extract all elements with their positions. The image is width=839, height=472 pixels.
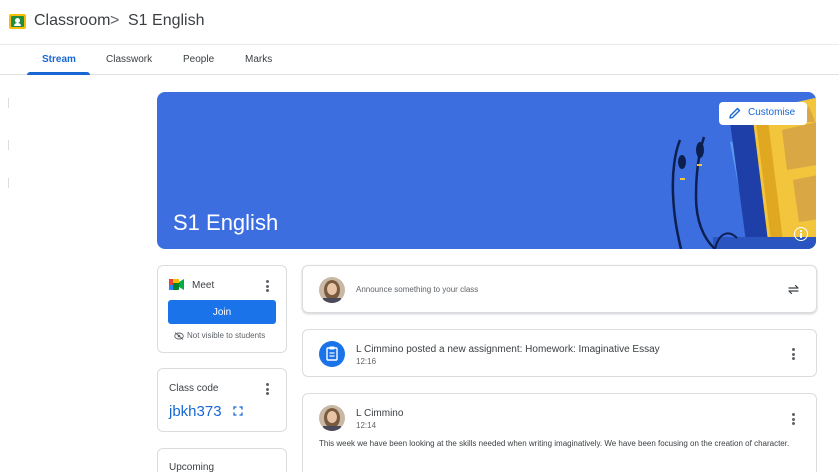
post-more-options-icon[interactable] xyxy=(792,413,795,425)
visibility-note: Not visible to students xyxy=(174,331,265,340)
post-time: 12:14 xyxy=(356,421,377,430)
announce-placeholder[interactable]: Announce something to your class xyxy=(356,285,478,294)
stream-item-post[interactable]: L Cimmino 12:14 This week we have been l… xyxy=(302,393,817,472)
tab-stream[interactable]: Stream xyxy=(42,54,76,65)
classroom-logo-icon[interactable] xyxy=(9,14,26,29)
tab-marks[interactable]: Marks xyxy=(245,54,272,65)
repost-icon[interactable] xyxy=(787,283,800,296)
assignment-time: 12:16 xyxy=(356,357,377,366)
assignment-title[interactable]: L Cimmino posted a new assignment: Homew… xyxy=(356,344,660,355)
avatar xyxy=(319,277,345,303)
meet-label: Meet xyxy=(192,280,215,291)
active-tab-indicator xyxy=(27,72,90,75)
divider xyxy=(8,98,9,108)
stream-item-assignment[interactable]: L Cimmino posted a new assignment: Homew… xyxy=(302,329,817,377)
class-title: S1 English xyxy=(128,12,205,29)
visibility-note-text: Not visible to students xyxy=(187,331,266,340)
fullscreen-icon[interactable] xyxy=(233,406,243,416)
info-icon[interactable] xyxy=(794,227,808,241)
post-author: L Cimmino xyxy=(356,408,404,419)
customise-label: Customise xyxy=(748,107,796,118)
breadcrumb-separator: > xyxy=(110,12,120,29)
meet-icon xyxy=(169,279,184,290)
assignment-icon xyxy=(319,341,345,367)
banner-class-title: S1 English xyxy=(173,210,279,235)
class-code-more-options-icon[interactable] xyxy=(266,383,269,395)
class-code-card: Class code jbkh373 xyxy=(157,368,287,432)
meet-more-options-icon[interactable] xyxy=(266,280,269,292)
join-meet-button[interactable]: Join xyxy=(168,300,276,324)
announce-box[interactable]: Announce something to your class xyxy=(302,265,817,313)
meet-card: Meet Join Not visible to students xyxy=(157,265,287,353)
upcoming-title: Upcoming xyxy=(169,462,215,472)
assignment-more-options-icon[interactable] xyxy=(792,348,795,360)
customise-button[interactable]: Customise xyxy=(719,102,807,125)
eye-off-icon xyxy=(174,331,184,340)
divider xyxy=(8,178,9,188)
tab-classwork[interactable]: Classwork xyxy=(106,54,152,65)
class-code-value: jbkh373 xyxy=(169,403,222,420)
top-bar: Classroom > S1 English xyxy=(0,0,839,44)
pencil-icon xyxy=(729,107,741,119)
class-banner: S1 English Customise xyxy=(157,92,816,249)
class-code-title: Class code xyxy=(169,383,219,394)
upcoming-card: Upcoming xyxy=(157,448,287,472)
post-body: This week we have been looking at the sk… xyxy=(319,439,790,448)
author-avatar-icon xyxy=(319,405,345,431)
avatar xyxy=(319,405,345,431)
tab-people[interactable]: People xyxy=(183,54,214,65)
user-avatar-icon xyxy=(319,277,345,303)
tab-bar: Stream Classwork People Marks xyxy=(0,44,839,75)
app-title[interactable]: Classroom xyxy=(34,12,110,30)
divider xyxy=(8,140,9,150)
